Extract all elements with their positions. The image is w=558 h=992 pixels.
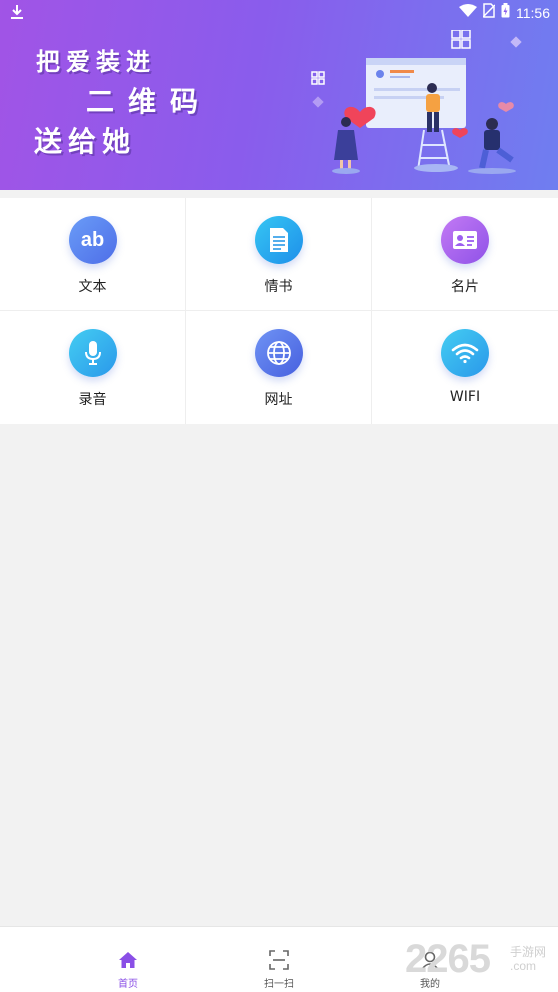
status-clock: 11:56 [516,4,550,21]
couple-illustration [311,30,522,174]
letter-document-icon [254,216,303,264]
banner-slogan-line1: 把爱装进 [36,47,156,76]
no-sim-icon [482,3,496,22]
watermark-logo: 2265 手游网 .com [405,937,557,981]
tab-home[interactable]: 首页 [68,927,188,992]
watermark-number: 2265 [405,937,491,981]
ab-text-icon: ab [68,216,117,264]
status-bar: 11:56 [0,0,558,26]
grid-item-label: 文本 [78,279,107,295]
business-card-icon [441,216,489,264]
grid-item-text[interactable]: ab 文本 [0,198,186,311]
grid-item-wifi[interactable]: WIFI [372,311,558,424]
watermark-site-cn: 手游网 [510,945,547,959]
tab-scan-label: 扫一扫 [264,979,294,990]
grid-item-label: 网址 [264,392,293,408]
banner-slogan-line3: 送给她 [34,125,137,158]
grid-item-recording[interactable]: 录音 [0,311,186,424]
grid-item-url[interactable]: 网址 [186,311,372,424]
grid-item-label: WIFI [449,389,481,405]
top-banner[interactable]: 11:56 把爱装进 二维码 送给她 [0,0,558,190]
banner-slogan-line2: 二维码 [86,85,213,118]
globe-icon [254,329,303,377]
grid-item-label: 名片 [451,279,479,295]
wifi-icon [441,329,489,377]
tab-home-label: 首页 [118,979,138,990]
grid-item-business-card[interactable]: 名片 [372,198,558,311]
download-icon [10,4,24,24]
grid-item-label: 录音 [78,392,107,408]
microphone-icon [68,329,117,377]
qr-type-grid: ab 文本 情书 名片 录音 网址 WIFI [0,198,558,424]
battery-icon [501,3,510,22]
grid-item-label: 情书 [264,279,293,295]
bottom-nav: 首页 扫一扫 我的 2265 手游网 .com [0,926,558,992]
tab-scan[interactable]: 扫一扫 [219,927,339,992]
grid-item-love-letter[interactable]: 情书 [186,198,372,311]
scan-icon [269,947,289,973]
wifi-signal-icon [459,3,477,22]
home-icon [118,947,138,973]
watermark-site-en: .com [510,959,537,973]
